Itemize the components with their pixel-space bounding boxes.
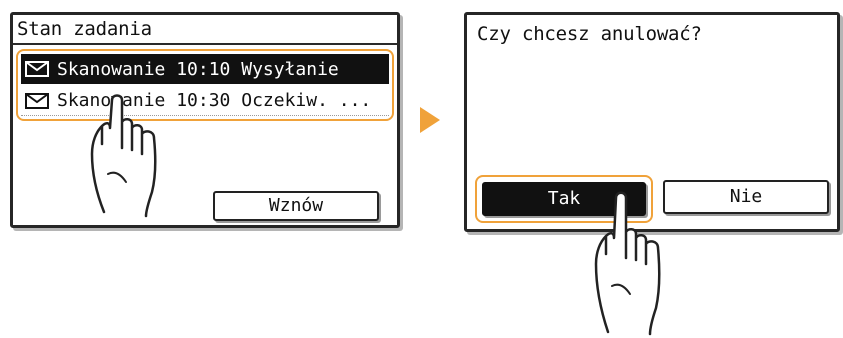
pointing-hand-icon — [594, 191, 661, 336]
resume-button[interactable]: Wznów — [213, 191, 379, 221]
job-status-screen: Stan zadania Skanowanie 10:10 Wysyłanie … — [10, 12, 400, 228]
confirm-question: Czy chcesz anulować? — [477, 23, 702, 45]
next-step-arrow-icon — [420, 107, 440, 133]
pointing-hand-icon — [90, 94, 157, 218]
job-label: Skanowanie 10:10 Wysyłanie — [57, 58, 339, 80]
job-list-highlight: Skanowanie 10:10 Wysyłanie Skanowanie 10… — [16, 49, 394, 121]
screen-title: Stan zadania — [13, 15, 397, 45]
job-row-selected[interactable]: Skanowanie 10:10 Wysyłanie — [21, 54, 389, 84]
envelope-icon — [25, 92, 49, 109]
envelope-icon — [25, 61, 49, 77]
job-row[interactable]: Skanowanie 10:30 Oczekiw. ... — [21, 86, 389, 116]
no-button[interactable]: Nie — [663, 180, 829, 214]
